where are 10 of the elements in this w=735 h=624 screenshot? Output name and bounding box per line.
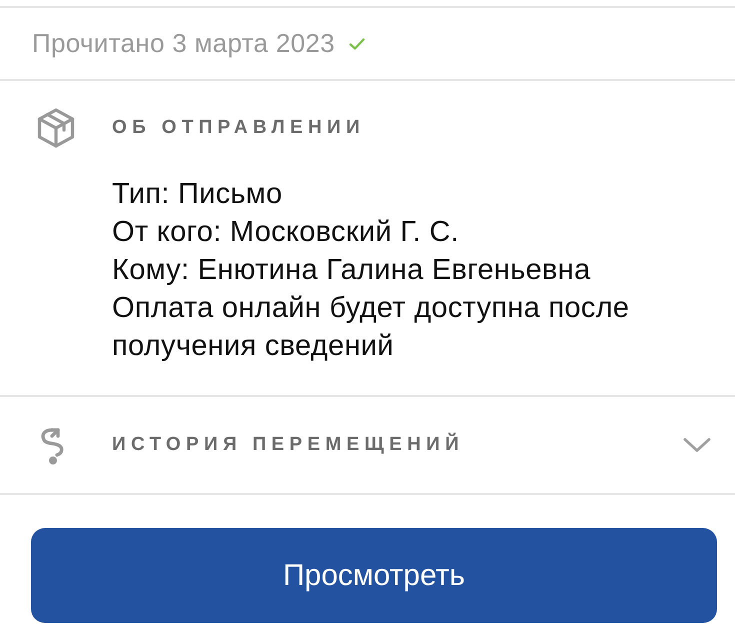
detail-line: Кому: Енютина Галина Евгеньевна: [112, 253, 592, 288]
read-date-text: Прочитано 3 марта 2023: [32, 28, 335, 59]
chevron-icon[interactable]: [683, 438, 711, 452]
section-title[interactable]: ИСТОРИЯ ПЕРЕМЕЩЕНИЙ: [112, 434, 683, 456]
view-button[interactable]: Просмотреть: [31, 528, 717, 623]
detail-line: От кого: Московский Г. С.: [112, 215, 460, 250]
detail-line: Оплата онлайн будет доступна после получения сведений: [112, 291, 630, 364]
detail-line: Тип: Письмо: [112, 177, 284, 212]
section-title: ОБ ОТПРАВЛЕНИИ: [112, 117, 366, 139]
package-icon: [36, 108, 76, 148]
